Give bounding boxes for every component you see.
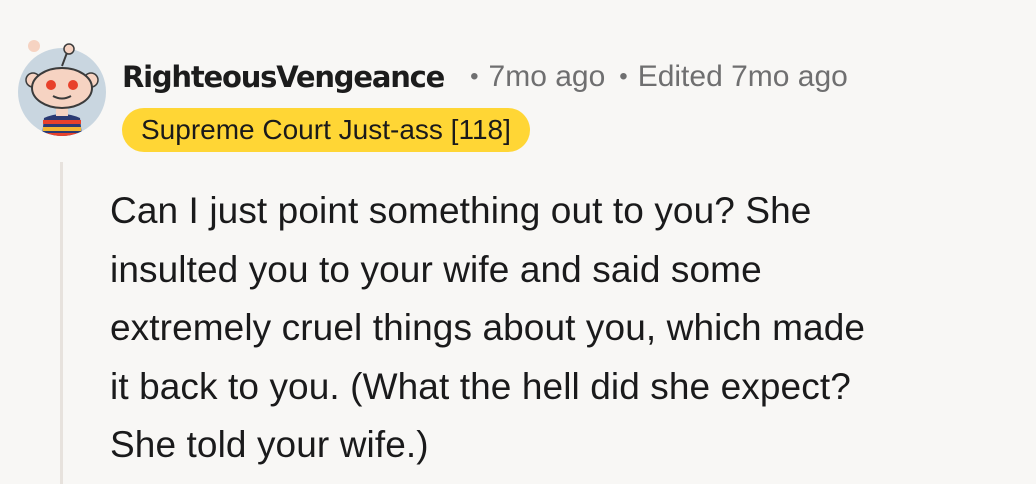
edited-time: Edited 7mo ago bbox=[637, 60, 848, 93]
meta-separator: • bbox=[619, 63, 628, 90]
user-avatar-icon[interactable] bbox=[16, 40, 108, 136]
user-flair-label: Supreme Court Just-ass [118] bbox=[141, 114, 511, 145]
thread-line[interactable] bbox=[60, 162, 63, 484]
user-flair-badge: Supreme Court Just-ass [118] bbox=[122, 108, 530, 152]
comment-header: RighteousVengeance • 7mo ago • Edited 7m… bbox=[122, 56, 848, 98]
author-username[interactable]: RighteousVengeance bbox=[122, 60, 445, 94]
meta-separator: • bbox=[470, 63, 479, 90]
posted-time[interactable]: 7mo ago bbox=[489, 60, 606, 94]
comment-body: Can I just point something out to you? S… bbox=[110, 190, 866, 465]
comment: RighteousVengeance • 7mo ago • Edited 7m… bbox=[0, 0, 1036, 484]
snoo-avatar-icon bbox=[18, 40, 106, 136]
